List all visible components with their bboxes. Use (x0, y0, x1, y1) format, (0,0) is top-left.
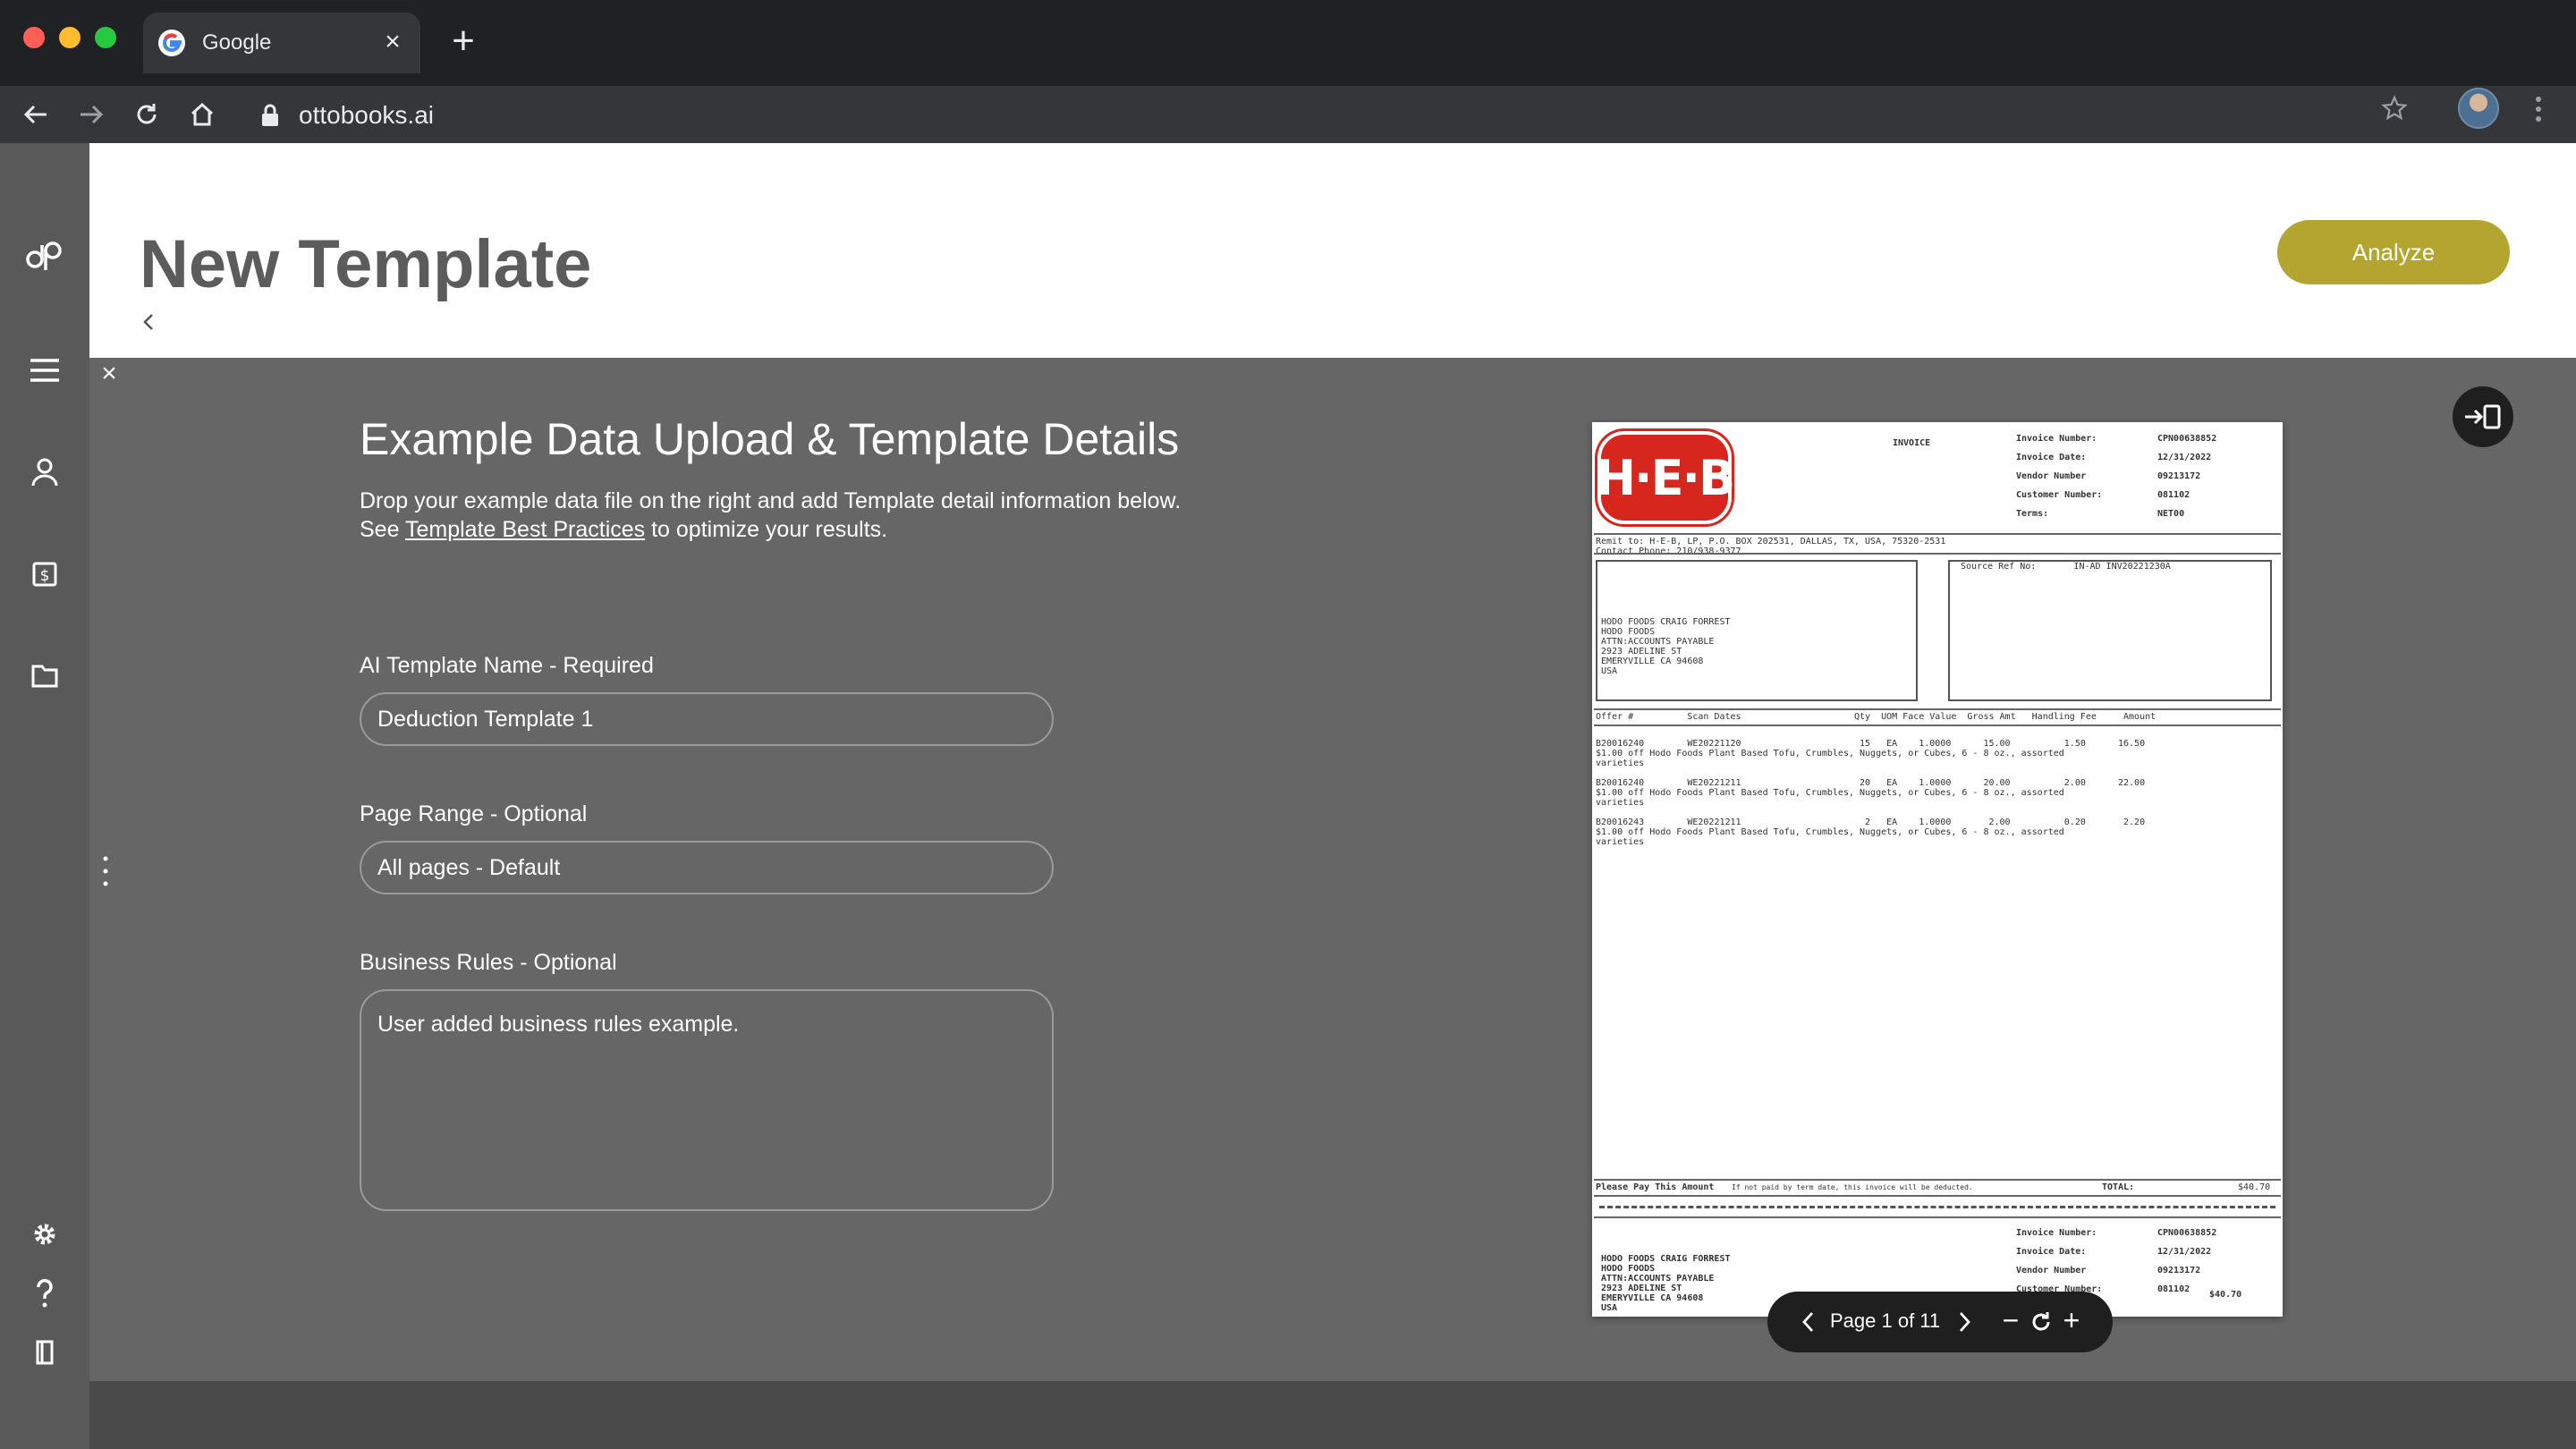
new-tab-button[interactable]: + (444, 21, 483, 63)
heb-logo: H·E·B (1596, 431, 1735, 524)
back-button[interactable] (16, 95, 55, 134)
total-label: TOTAL: (2102, 1182, 2135, 1192)
reset-zoom-icon[interactable] (2027, 1308, 2055, 1336)
source-ref: Source Ref No: IN-AD INV20221230A (1961, 562, 2171, 572)
page-title: New Template (140, 226, 592, 302)
logo-icon (26, 242, 62, 270)
pay-note: If not paid by term date, this invoice w… (1732, 1183, 1973, 1191)
stub-total: $40.70 (2209, 1290, 2242, 1300)
sidebar-item-docs[interactable] (23, 1331, 66, 1374)
page-range-label: Page Range - Optional (360, 801, 588, 826)
stub-meta-labels: Invoice Number: Invoice Date: Vendor Num… (2016, 1228, 2103, 1294)
invoice-meta-labels: Invoice Number: Invoice Date: Vendor Num… (2016, 434, 2103, 519)
svg-text:$: $ (40, 567, 50, 585)
address-bar[interactable]: ottobooks.ai (256, 93, 2367, 136)
bill-to-address: HODO FOODS CRAIG FORREST HODO FOODS ATTN… (1601, 617, 1731, 676)
divider (1594, 708, 2281, 710)
page-range-input[interactable]: All pages - Default (360, 841, 1054, 894)
section-description: Drop your example data file on the right… (360, 487, 1200, 544)
profile-avatar[interactable] (2458, 88, 2499, 129)
footer-strip (89, 1381, 2576, 1449)
dock-toggle-icon (2465, 404, 2501, 429)
tear-line (1599, 1206, 2275, 1208)
page-indicator: Page 1 of 11 (1830, 1309, 1941, 1332)
sidebar-item-help[interactable] (23, 1272, 66, 1315)
description-text-end: to optimize your results. (645, 517, 888, 542)
pay-amount-label: Please Pay This Amount (1596, 1182, 1715, 1192)
reload-icon (137, 104, 157, 124)
forward-arrow-icon (80, 105, 104, 124)
invoice-meta-values: CPN00638852 12/31/2022 09213172 081102 N… (2157, 434, 2217, 519)
tab-close-button[interactable]: × (377, 27, 408, 57)
document-preview[interactable]: H·E·B INVOICE Invoice Number: Invoice Da… (1592, 422, 2283, 1317)
window-close-button[interactable] (23, 27, 45, 48)
book-icon (36, 1340, 54, 1365)
drag-handle-icon[interactable] (97, 853, 114, 889)
template-name-input[interactable]: Deduction Template 1 (360, 692, 1054, 746)
forward-button[interactable] (72, 95, 111, 134)
total-value: $40.70 (2238, 1182, 2271, 1192)
sidebar-item-billing[interactable]: $ (23, 553, 66, 596)
divider (1594, 1195, 2281, 1197)
page-header: New Template Analyze (89, 143, 2576, 358)
divider (1594, 553, 2281, 555)
sidebar-item-settings[interactable] (23, 1213, 66, 1256)
url-text: ottobooks.ai (299, 101, 434, 129)
home-icon (191, 102, 214, 126)
app-logo[interactable] (23, 234, 66, 277)
window-minimize-button[interactable] (59, 27, 80, 48)
menu-icon (30, 359, 59, 382)
menu-button[interactable] (23, 349, 66, 392)
kebab-icon[interactable] (2528, 93, 2549, 125)
browser-tab[interactable]: Google × (143, 13, 420, 73)
zoom-in-button[interactable]: + (2059, 1304, 2084, 1336)
invoice-label: INVOICE (1893, 438, 1931, 448)
section-title: Example Data Upload & Template Details (360, 414, 1180, 464)
home-button[interactable] (182, 95, 222, 134)
dock-toggle-button[interactable] (2453, 386, 2513, 447)
business-rules-label: Business Rules - Optional (360, 950, 617, 975)
line-items: B20016240 WE20221120 15 EA 1.0000 15.00 … (1596, 739, 2146, 847)
line-items-header: Offer # Scan Dates Qty UOM Face Value Gr… (1596, 712, 2157, 722)
reload-button[interactable] (127, 95, 166, 134)
chevron-left-icon[interactable] (136, 309, 161, 335)
settings-icon (34, 1224, 55, 1245)
page-navigator: Page 1 of 11 − + (1767, 1292, 2113, 1352)
chevron-right-icon[interactable] (1952, 1309, 1977, 1335)
divider (1594, 724, 2281, 726)
source-ref-box (1948, 560, 2272, 701)
template-panel: × Example Data Upload & Template Details… (89, 358, 2576, 1381)
analyze-button[interactable]: Analyze (2277, 220, 2510, 284)
divider (1594, 533, 2281, 535)
template-name-label: AI Template Name - Required (360, 653, 654, 678)
tab-title: Google (202, 30, 272, 55)
business-rules-textarea[interactable]: User added business rules example. (360, 989, 1054, 1211)
zoom-out-button[interactable]: − (1998, 1304, 2023, 1336)
divider (1594, 1179, 2281, 1181)
window-maximize-button[interactable] (95, 27, 116, 48)
back-arrow-icon (23, 105, 47, 124)
folder-icon (31, 665, 58, 688)
google-icon (158, 30, 185, 56)
sidebar-item-user[interactable] (23, 451, 66, 494)
close-panel-button[interactable]: × (97, 360, 122, 387)
best-practices-link[interactable]: Template Best Practices (405, 517, 645, 542)
chevron-left-icon[interactable] (1796, 1309, 1821, 1335)
billing-icon: $ (32, 562, 57, 587)
browser-toolbar: ottobooks.ai (0, 86, 2576, 143)
stub-bill-to: HODO FOODS CRAIG FORREST HODO FOODS ATTN… (1601, 1254, 1731, 1313)
stub-meta-values: CPN00638852 12/31/2022 09213172 081102 (2157, 1228, 2217, 1294)
star-icon[interactable] (2381, 95, 2408, 122)
help-icon (37, 1278, 53, 1308)
browser-tab-bar: Google × + (0, 0, 2576, 86)
sidebar-item-files[interactable] (23, 655, 66, 698)
lock-icon (262, 104, 278, 126)
user-icon (31, 458, 58, 487)
divider (1594, 1216, 2281, 1218)
sidebar: $ (0, 143, 89, 1449)
